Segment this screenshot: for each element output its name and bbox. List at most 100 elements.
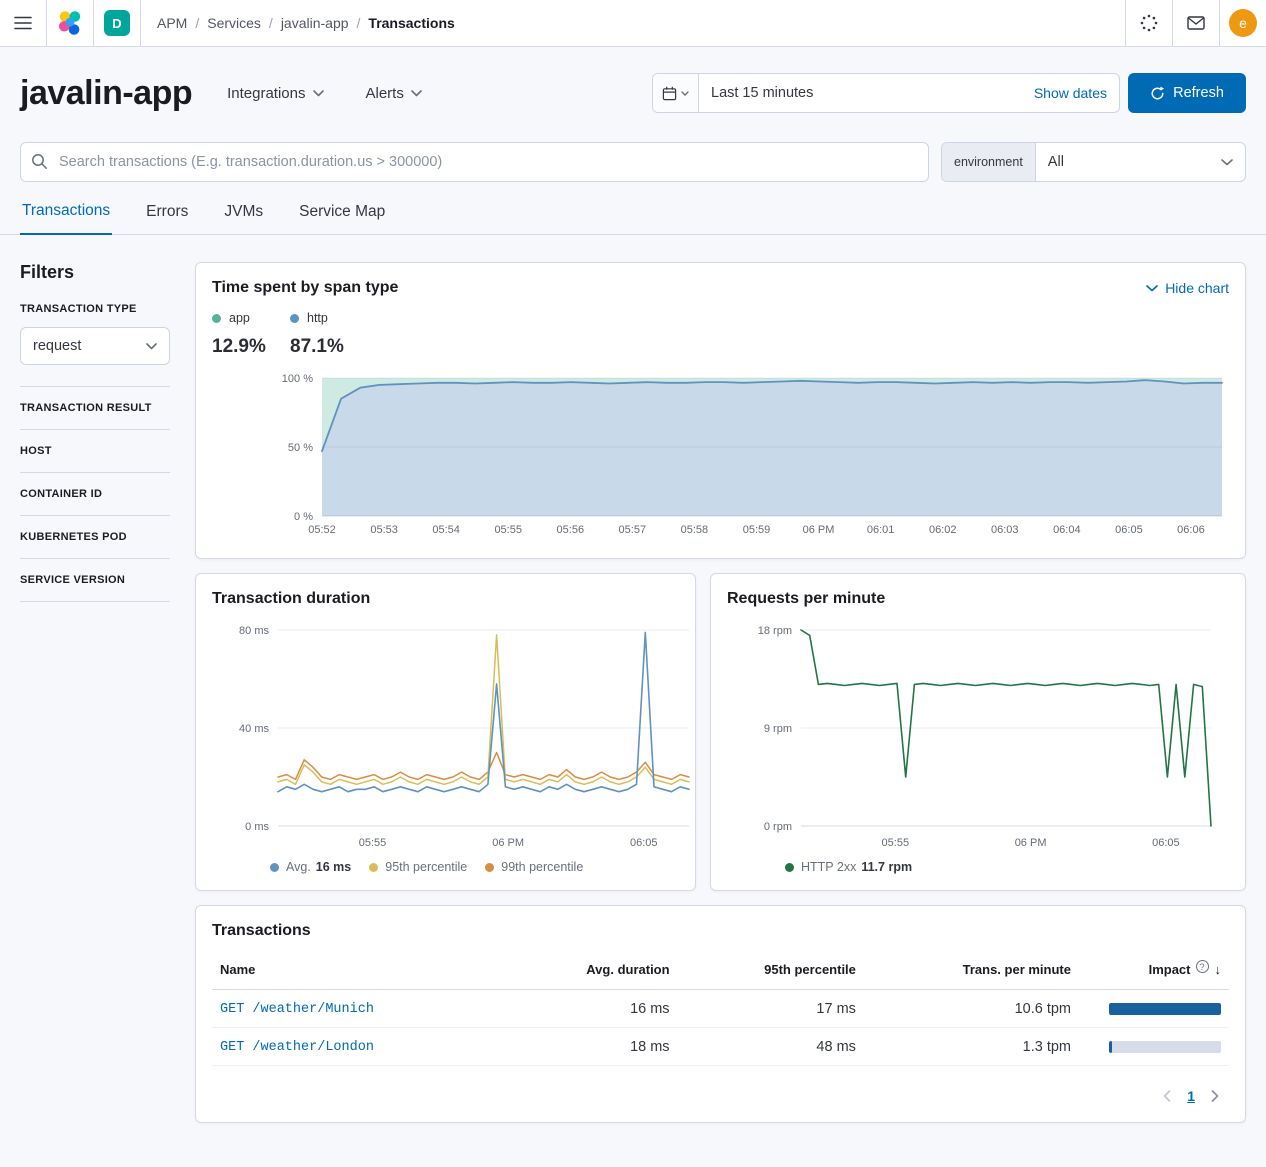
legend-item-http[interactable]: http 87.1%	[290, 311, 368, 358]
menu-button[interactable]	[0, 0, 47, 46]
svg-text:9 rpm: 9 rpm	[764, 723, 792, 735]
svg-text:05:58: 05:58	[681, 524, 709, 536]
legend-dot-avg	[270, 863, 279, 872]
column-header-name[interactable]: Name	[212, 954, 506, 990]
legend-label-95th: 95th percentile	[385, 860, 467, 874]
breadcrumb-separator: /	[269, 15, 273, 31]
legend-dot-app	[212, 314, 221, 323]
avg-duration-cell: 16 ms	[506, 990, 678, 1028]
filter-section-kubernetes-pod[interactable]: KUBERNETES POD	[20, 516, 170, 559]
tab-errors[interactable]: Errors	[144, 202, 190, 234]
transactions-table-title: Transactions	[212, 922, 1229, 940]
svg-text:100 %: 100 %	[282, 373, 313, 385]
transaction-link[interactable]: GET /weather/London	[220, 1040, 374, 1055]
chevron-down-icon	[1221, 159, 1233, 166]
show-dates-button[interactable]: Show dates	[1022, 74, 1119, 112]
assistant-button[interactable]	[1125, 0, 1172, 46]
refresh-label: Refresh	[1173, 85, 1224, 101]
previous-page-button[interactable]	[1159, 1086, 1175, 1106]
breadcrumb-service[interactable]: javalin-app	[281, 15, 349, 31]
svg-text:06 PM: 06 PM	[492, 837, 524, 849]
svg-text:05:59: 05:59	[743, 524, 771, 536]
svg-text:06:03: 06:03	[991, 524, 1019, 536]
breadcrumb-separator: /	[357, 15, 361, 31]
svg-text:05:52: 05:52	[308, 524, 336, 536]
legend-item-http-2xx[interactable]: HTTP 2xx 11.7 rpm	[785, 860, 912, 874]
transaction-type-value: request	[33, 338, 81, 354]
chevron-down-icon	[313, 90, 324, 97]
transactions-table: Name Avg. duration 95th percentile Trans…	[212, 954, 1229, 1066]
transaction-type-select[interactable]: request	[20, 327, 170, 365]
next-page-button[interactable]	[1207, 1086, 1223, 1106]
legend-dot-http	[290, 314, 299, 323]
p95-cell: 48 ms	[678, 1028, 864, 1066]
service-tabs: Transactions Errors JVMs Service Map	[0, 202, 1266, 235]
environment-select[interactable]: environment All	[941, 142, 1246, 182]
search-icon	[31, 153, 48, 175]
column-header-95th[interactable]: 95th percentile	[678, 954, 864, 990]
column-header-avg-duration[interactable]: Avg. duration	[506, 954, 678, 990]
breadcrumb-apm[interactable]: APM	[157, 15, 187, 31]
filter-section-service-version[interactable]: SERVICE VERSION	[20, 559, 170, 602]
filter-section-transaction-result[interactable]: TRANSACTION RESULT	[20, 387, 170, 430]
hide-chart-button[interactable]: Hide chart	[1146, 280, 1229, 296]
integrations-menu[interactable]: Integrations	[227, 85, 323, 102]
time-range-value: Last 15 minutes	[711, 85, 813, 101]
column-header-tpm[interactable]: Trans. per minute	[864, 954, 1079, 990]
svg-text:05:56: 05:56	[557, 524, 585, 536]
space-selector[interactable]: D	[94, 0, 141, 46]
svg-text:0 ms: 0 ms	[245, 821, 269, 833]
time-spent-title: Time spent by span type	[212, 279, 398, 297]
svg-text:05:55: 05:55	[494, 524, 522, 536]
legend-item-app[interactable]: app 12.9%	[212, 311, 290, 358]
legend-dot-99th	[485, 863, 494, 872]
tab-transactions[interactable]: Transactions	[20, 202, 112, 235]
transaction-duration-chart: 0 ms40 ms80 ms05:5506 PM06:05	[212, 620, 693, 852]
transactions-table-panel: Transactions Name Avg. duration 95th per…	[195, 905, 1246, 1123]
breadcrumb-current: Transactions	[368, 15, 454, 31]
svg-text:05:55: 05:55	[359, 837, 387, 849]
legend-item-99th[interactable]: 99th percentile	[485, 860, 583, 874]
transaction-link[interactable]: GET /weather/Munich	[220, 1002, 374, 1017]
legend-item-avg[interactable]: Avg. 16 ms	[270, 860, 351, 874]
breadcrumb-services[interactable]: Services	[207, 15, 261, 31]
column-header-impact[interactable]: Impact?↓	[1079, 954, 1229, 990]
rpm-legend: HTTP 2xx 11.7 rpm	[727, 860, 1229, 874]
legend-item-95th[interactable]: 95th percentile	[369, 860, 467, 874]
user-menu-button[interactable]: e	[1219, 0, 1266, 46]
refresh-button[interactable]: Refresh	[1128, 73, 1246, 113]
alerts-menu[interactable]: Alerts	[366, 85, 422, 102]
legend-dot-http-2xx	[785, 863, 794, 872]
filter-section-container-id[interactable]: CONTAINER ID	[20, 473, 170, 516]
filters-title: Filters	[20, 262, 170, 283]
search-row: environment All	[0, 142, 1266, 182]
time-range-display[interactable]: Last 15 minutes	[699, 74, 1022, 112]
main-content: Time spent by span type Hide chart app 1…	[195, 262, 1246, 1123]
tpm-cell: 10.6 tpm	[864, 990, 1079, 1028]
legend-value-avg: 16 ms	[316, 860, 351, 874]
svg-text:06:01: 06:01	[867, 524, 895, 536]
filter-section-host[interactable]: HOST	[20, 430, 170, 473]
search-input[interactable]	[20, 142, 929, 182]
question-circle-icon: ?	[1196, 960, 1209, 973]
legend-label-http: http	[307, 311, 328, 325]
avg-duration-cell: 18 ms	[506, 1028, 678, 1066]
requests-per-minute-chart: 0 rpm9 rpm18 rpm05:5506 PM06:05	[727, 620, 1215, 852]
legend-value-http-2xx: 11.7 rpm	[861, 860, 912, 874]
avatar: e	[1229, 9, 1257, 37]
page-number-1[interactable]: 1	[1177, 1088, 1205, 1104]
mail-icon	[1187, 16, 1205, 30]
svg-text:05:53: 05:53	[370, 524, 398, 536]
newsfeed-button[interactable]	[1172, 0, 1219, 46]
svg-text:05:54: 05:54	[432, 524, 460, 536]
chevron-down-icon	[681, 91, 689, 96]
tab-service-map[interactable]: Service Map	[297, 202, 387, 234]
chevron-right-icon	[1211, 1090, 1219, 1102]
refresh-icon	[1150, 86, 1165, 101]
quick-select-button[interactable]	[653, 74, 699, 112]
pagination: 1	[212, 1086, 1229, 1106]
transaction-type-label: TRANSACTION TYPE	[20, 303, 170, 315]
tab-jvms[interactable]: JVMs	[222, 202, 265, 234]
chevron-down-icon	[1146, 285, 1158, 292]
elastic-logo[interactable]	[47, 0, 94, 46]
